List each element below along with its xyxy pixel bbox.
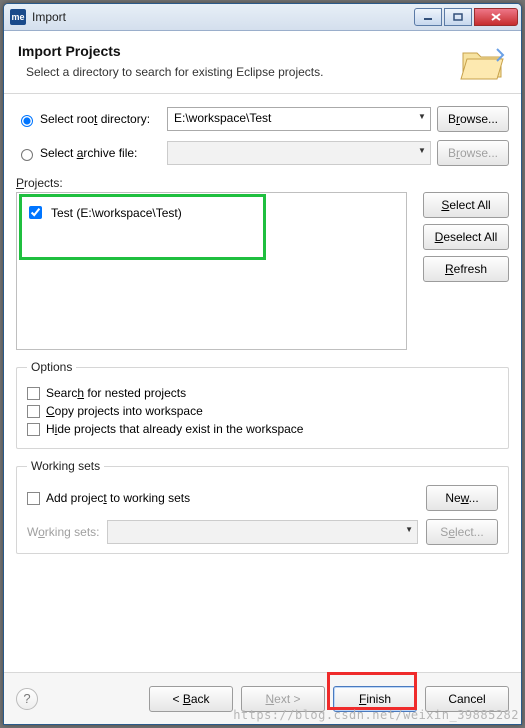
root-directory-radio-label[interactable]: Select root directory:	[16, 112, 161, 127]
new-working-set-button[interactable]: New...	[426, 485, 498, 511]
app-icon: me	[10, 9, 26, 25]
select-all-button[interactable]: Select All	[423, 192, 509, 218]
deselect-all-button[interactable]: Deselect All	[423, 224, 509, 250]
annotation-red-rect	[327, 672, 417, 710]
root-directory-radio[interactable]	[21, 115, 33, 127]
add-working-set-label: Add project to working sets	[46, 491, 190, 505]
select-working-sets-button: Select...	[426, 519, 498, 545]
options-group: Options Search for nested projects Copy …	[16, 360, 509, 449]
hide-existing-checkbox-row[interactable]: Hide projects that already exist in the …	[27, 422, 498, 436]
annotation-green-rect	[19, 194, 266, 260]
options-legend: Options	[27, 360, 76, 374]
close-button[interactable]	[474, 8, 518, 26]
copy-workspace-checkbox-row[interactable]: Copy projects into workspace	[27, 404, 498, 418]
refresh-button[interactable]: Refresh	[423, 256, 509, 282]
archive-file-combo: ▼	[167, 141, 431, 165]
copy-workspace-checkbox[interactable]	[27, 405, 40, 418]
back-button[interactable]: < Back	[149, 686, 233, 712]
root-directory-combo[interactable]: E:\workspace\Test▼	[167, 107, 431, 131]
window-title: Import	[32, 10, 414, 24]
titlebar[interactable]: me Import	[4, 4, 521, 31]
browse-root-button[interactable]: Browse...	[437, 106, 509, 132]
working-sets-legend: Working sets	[27, 459, 104, 473]
browse-archive-button: Browse...	[437, 140, 509, 166]
projects-label: Projects:	[16, 176, 509, 190]
hide-existing-checkbox[interactable]	[27, 423, 40, 436]
nested-projects-checkbox[interactable]	[27, 387, 40, 400]
add-working-set-checkbox[interactable]	[27, 492, 40, 505]
working-sets-group: Working sets Add project to working sets…	[16, 459, 509, 554]
folder-open-icon	[459, 43, 507, 85]
dialog-window: me Import Import Projects Select a direc…	[3, 3, 522, 725]
watermark-text: https://blog.csdn.net/weixin_39885282	[233, 708, 519, 722]
archive-file-radio[interactable]	[21, 149, 33, 161]
maximize-button[interactable]	[444, 8, 472, 26]
nested-projects-checkbox-row[interactable]: Search for nested projects	[27, 386, 498, 400]
page-subtitle: Select a directory to search for existin…	[26, 65, 507, 79]
archive-file-radio-label[interactable]: Select archive file:	[16, 146, 161, 161]
chevron-down-icon: ▼	[418, 146, 426, 155]
minimize-button[interactable]	[414, 8, 442, 26]
chevron-down-icon: ▼	[405, 525, 413, 534]
chevron-down-icon: ▼	[418, 112, 426, 121]
working-sets-label: Working sets:	[27, 525, 99, 539]
page-title: Import Projects	[18, 43, 507, 59]
help-button[interactable]: ?	[16, 688, 38, 710]
working-sets-combo: ▼	[107, 520, 418, 544]
wizard-header: Import Projects Select a directory to se…	[4, 31, 521, 94]
